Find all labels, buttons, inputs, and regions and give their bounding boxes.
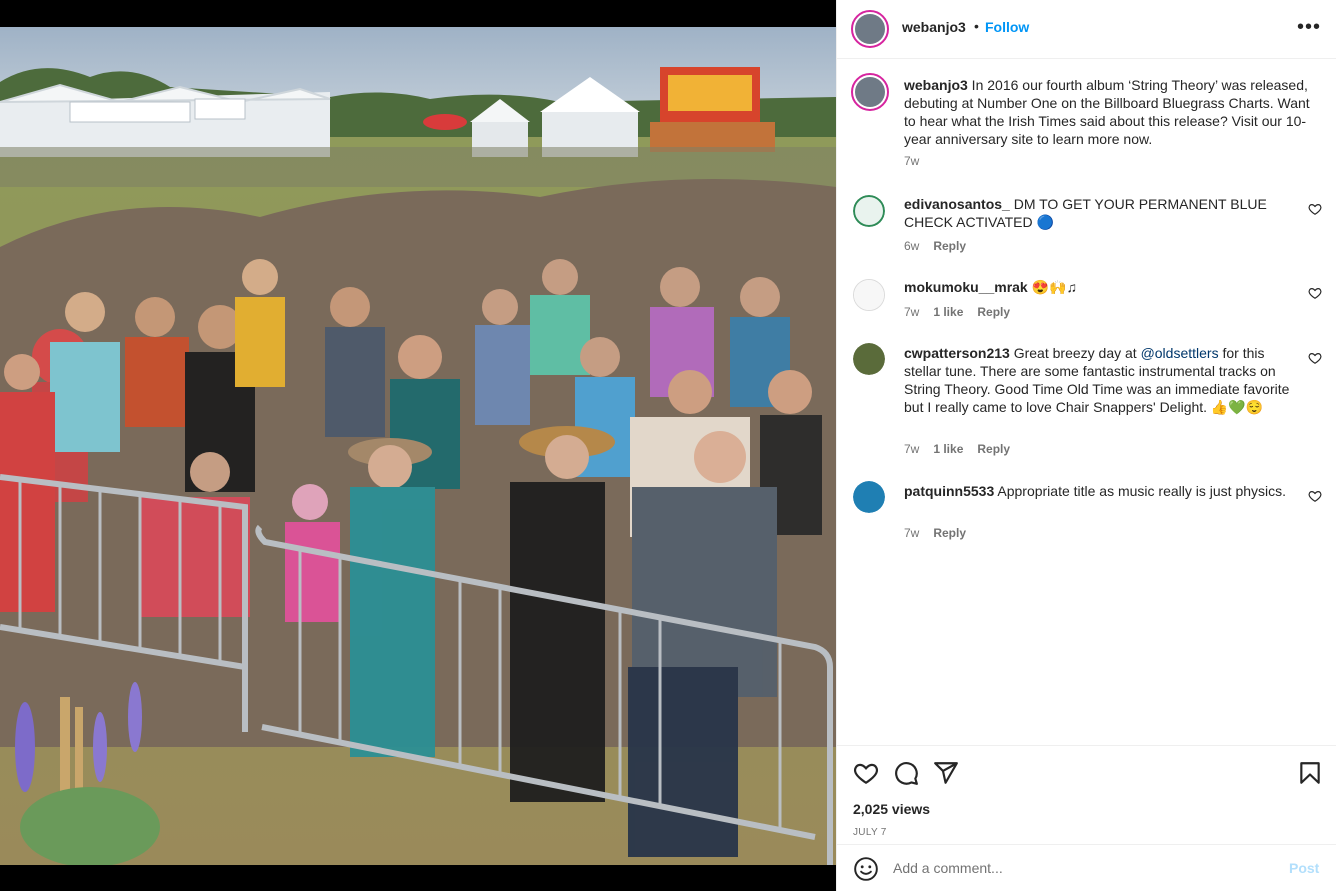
comment-likes[interactable]: 1 like — [933, 442, 963, 456]
more-options-icon[interactable]: ••• — [1297, 17, 1321, 41]
comment-username[interactable]: patquinn5533 — [904, 483, 994, 499]
add-comment-bar: Post — [837, 844, 1336, 892]
like-comment-heart-icon[interactable] — [1308, 202, 1322, 216]
comment-username[interactable]: cwpatterson213 — [904, 345, 1010, 361]
comment-meta: 7w Reply — [904, 526, 980, 540]
comment-time[interactable]: 6w — [904, 239, 919, 253]
comment-text: cwpatterson213 Great breezy day at @olds… — [904, 345, 1290, 415]
post-comment-button[interactable]: Post — [1289, 860, 1319, 876]
comment-meta: 7w 1 like Reply — [904, 305, 1024, 319]
like-comment-heart-icon[interactable] — [1308, 351, 1322, 365]
comment-icon[interactable] — [893, 760, 919, 786]
like-comment-heart-icon[interactable] — [1308, 489, 1322, 503]
caption-username[interactable]: webanjo3 — [904, 77, 968, 93]
festival-crowd-photo — [0, 27, 836, 865]
comments-list[interactable]: webanjo3 In 2016 our fourth album ‘Strin… — [837, 59, 1336, 745]
commenter-avatar[interactable] — [853, 343, 885, 375]
bookmark-icon[interactable] — [1297, 760, 1323, 786]
caption-text: webanjo3 In 2016 our fourth album ‘Strin… — [904, 76, 1324, 148]
separator-dot: • — [974, 18, 979, 34]
caption-avatar[interactable] — [851, 73, 889, 111]
author-username[interactable]: webanjo3 — [902, 19, 966, 35]
caption-meta: 7w — [904, 154, 933, 168]
reply-button[interactable]: Reply — [933, 239, 966, 253]
comment-time[interactable]: 7w — [904, 305, 919, 319]
comment-likes[interactable]: 1 like — [933, 305, 963, 319]
mention-link[interactable]: @oldsettlers — [1141, 345, 1219, 361]
commenter-avatar[interactable] — [853, 279, 885, 311]
post-side-panel: webanjo3 • Follow ••• webanjo3 In 2016 o… — [836, 0, 1336, 891]
author-avatar[interactable] — [851, 10, 889, 48]
follow-button[interactable]: Follow — [985, 19, 1029, 35]
post-header: webanjo3 • Follow ••• — [837, 0, 1336, 59]
comment-time[interactable]: 7w — [904, 442, 919, 456]
reply-button[interactable]: Reply — [977, 305, 1010, 319]
reply-button[interactable]: Reply — [977, 442, 1010, 456]
reply-button[interactable]: Reply — [933, 526, 966, 540]
commenter-avatar[interactable] — [853, 481, 885, 513]
post-actions: 2,025 views JULY 7 Post — [837, 745, 1336, 891]
emoji-icon[interactable] — [853, 856, 879, 882]
heart-icon[interactable] — [853, 760, 879, 786]
commenter-avatar[interactable] — [853, 195, 885, 227]
comment-text: mokumoku__mrak 😍🙌♫ — [904, 279, 1077, 295]
comment-text: patquinn5533 Appropriate title as music … — [904, 483, 1287, 499]
comment-meta: 7w 1 like Reply — [904, 442, 1024, 456]
like-comment-heart-icon[interactable] — [1308, 286, 1322, 300]
post-video[interactable] — [0, 27, 836, 865]
comment-time[interactable]: 7w — [904, 526, 919, 540]
post-date[interactable]: JULY 7 — [853, 827, 887, 838]
views-count[interactable]: 2,025 views — [853, 801, 930, 817]
caption-time[interactable]: 7w — [904, 154, 919, 168]
comment-input[interactable] — [893, 855, 1273, 881]
comment-username[interactable]: mokumoku__mrak — [904, 279, 1028, 295]
media-panel — [0, 0, 836, 891]
comment-text: edivanosantos_ DM TO GET YOUR PERMANENT … — [904, 196, 1267, 230]
comment-username[interactable]: edivanosantos_ — [904, 196, 1010, 212]
comment-meta: 6w Reply — [904, 239, 980, 253]
instagram-post-view: webanjo3 • Follow ••• webanjo3 In 2016 o… — [0, 0, 1336, 891]
share-icon[interactable] — [933, 760, 959, 786]
